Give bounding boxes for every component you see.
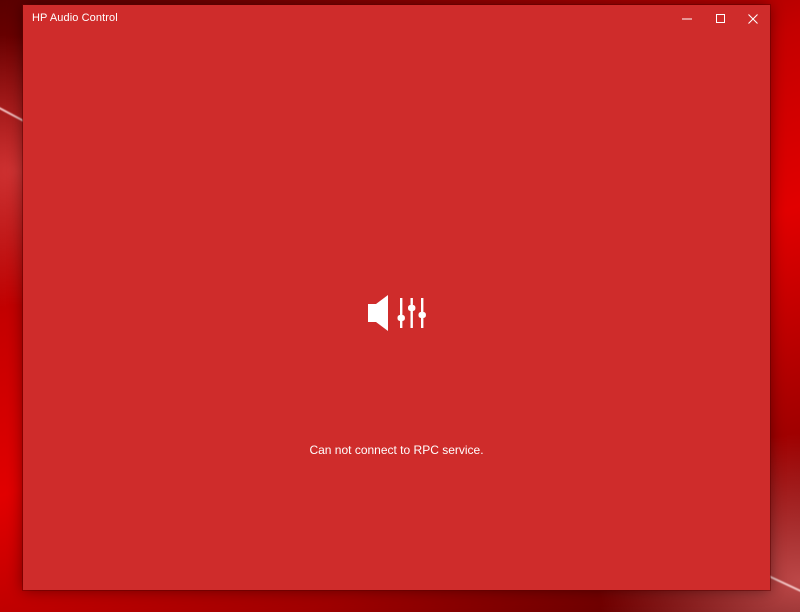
title-bar[interactable]: HP Audio Control: [23, 5, 770, 32]
window-title: HP Audio Control: [32, 12, 118, 24]
close-button[interactable]: [736, 5, 770, 32]
status-message: Can not connect to RPC service.: [309, 443, 484, 457]
minimize-button[interactable]: [670, 5, 704, 32]
speaker-equalizer-icon: [368, 295, 426, 331]
minimize-icon: [682, 18, 692, 19]
maximize-button[interactable]: [704, 5, 738, 32]
maximize-icon: [716, 13, 725, 23]
close-icon: [748, 13, 758, 24]
app-window: HP Audio Control Can not connect to RPC …: [23, 5, 770, 590]
